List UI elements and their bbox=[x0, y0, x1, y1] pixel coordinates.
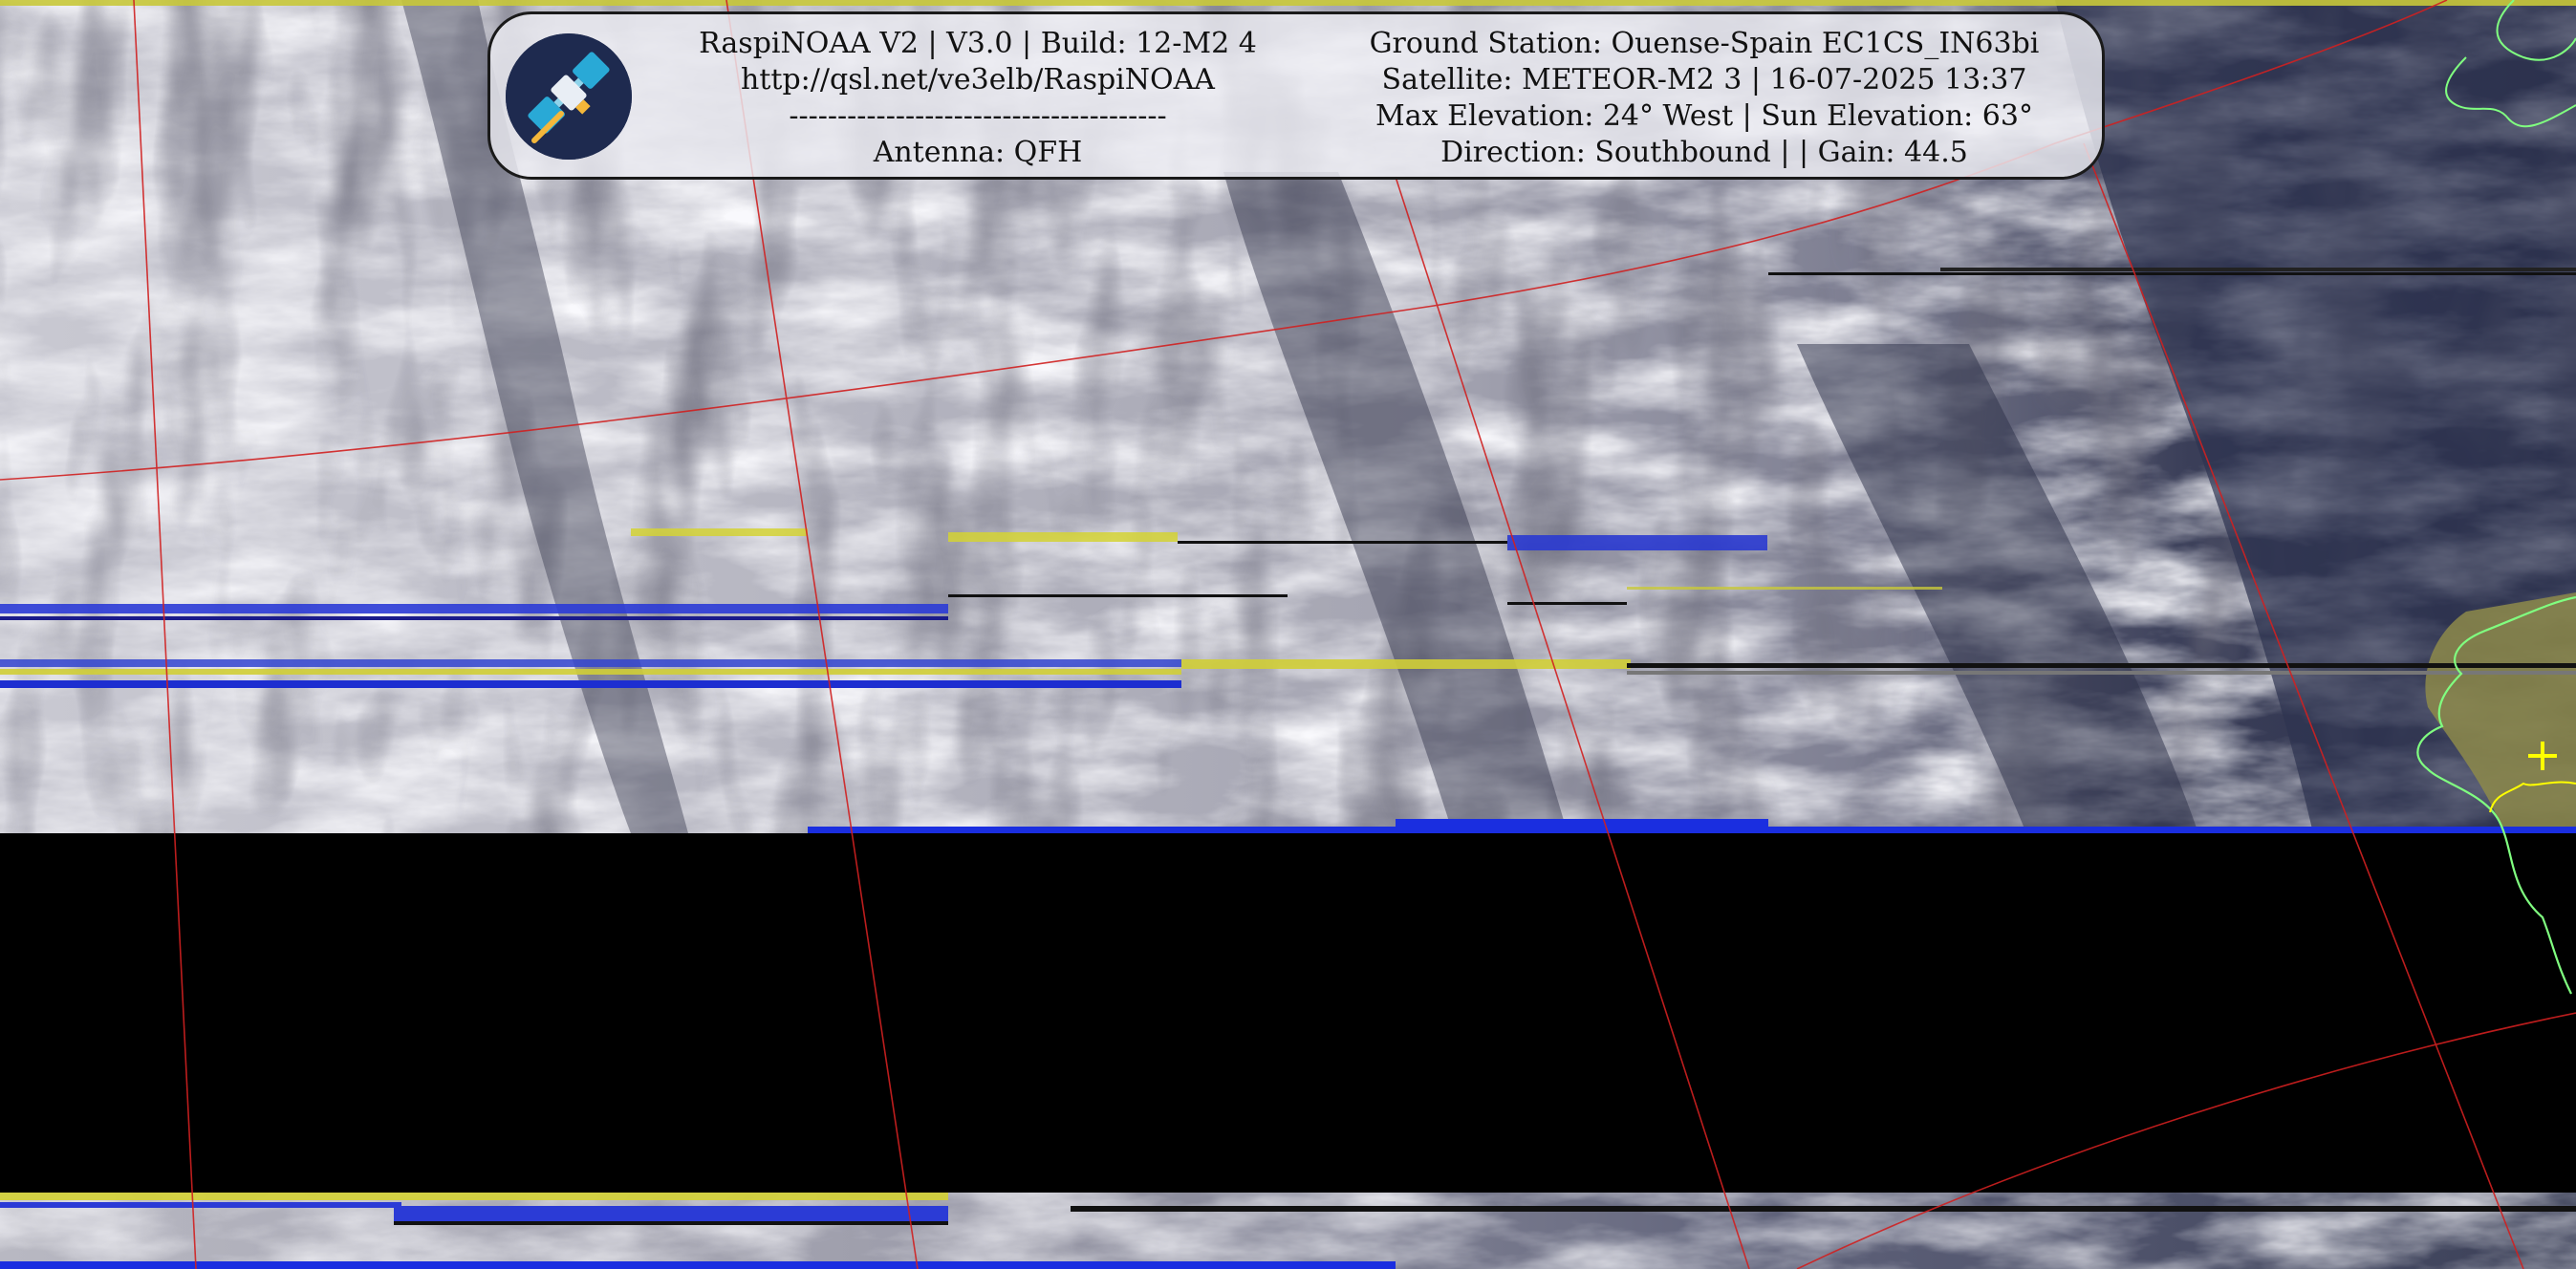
station-info-left: RaspiNOAA V2 | V3.0 | Build: 12-M2 4 htt… bbox=[653, 26, 1303, 171]
satellite-icon bbox=[506, 33, 632, 160]
satellite-image bbox=[0, 0, 2576, 1269]
project-url: http://qsl.net/ve3elb/RaspiNOAA bbox=[741, 63, 1215, 97]
direction-gain: Direction: Southbound | | Gain: 44.5 bbox=[1440, 136, 1968, 169]
antenna-info: Antenna: QFH bbox=[873, 136, 1083, 169]
ground-station: Ground Station: Ouense-Spain EC1CS_IN63b… bbox=[1369, 27, 2040, 60]
satellite-pass: Satellite: METEOR-M2 3 | 16-07-2025 13:3… bbox=[1381, 63, 2027, 97]
separator-line: --------------------------------------- bbox=[789, 99, 1167, 133]
satellite-image-view: RaspiNOAA V2 | V3.0 | Build: 12-M2 4 htt… bbox=[0, 0, 2576, 1269]
software-version: RaspiNOAA V2 | V3.0 | Build: 12-M2 4 bbox=[699, 27, 1257, 60]
station-info-right: Ground Station: Ouense-Spain EC1CS_IN63b… bbox=[1312, 26, 2096, 171]
pass-info-panel: RaspiNOAA V2 | V3.0 | Build: 12-M2 4 htt… bbox=[487, 11, 2105, 180]
elevation-info: Max Elevation: 24° West | Sun Elevation:… bbox=[1375, 99, 2033, 133]
